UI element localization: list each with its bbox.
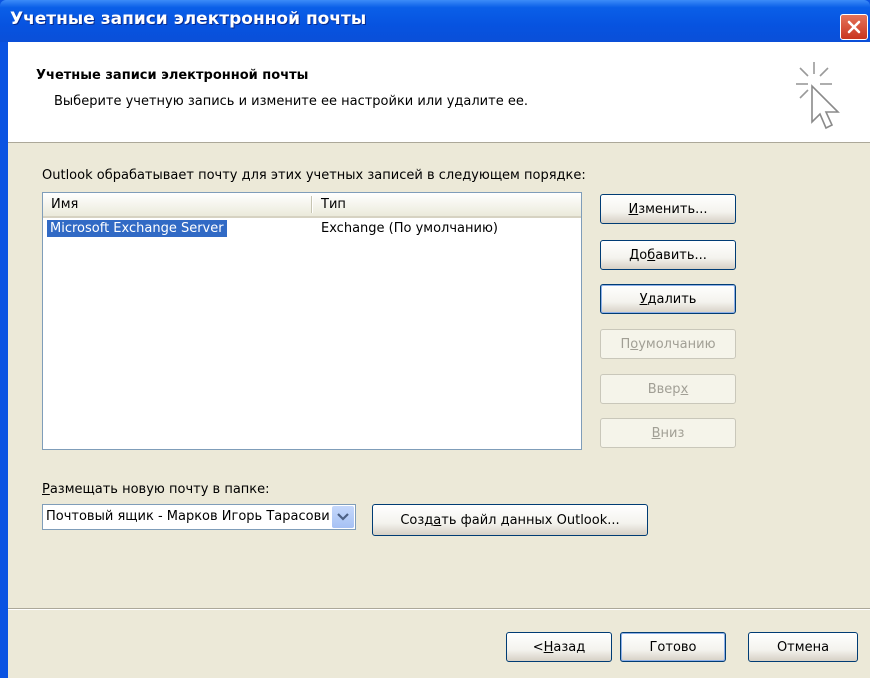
header-title: Учетные записи электронной почты	[36, 68, 309, 83]
remove-label-key: У	[639, 291, 648, 307]
set-default-button[interactable]: По умолчанию	[600, 329, 736, 359]
finish-button[interactable]: Готово	[620, 632, 726, 662]
delivery-label-key: Р	[42, 482, 50, 497]
list-header: Имя Тип	[43, 193, 581, 218]
close-button[interactable]	[840, 14, 868, 40]
column-header-name[interactable]: Имя	[51, 197, 78, 212]
dialog-client: Учетные записи электронной почты Выберит…	[8, 42, 870, 678]
new-file-label-key: а	[433, 512, 442, 528]
delivery-folder-value: Почтовый ящик - Марков Игорь Тарасович	[46, 509, 330, 524]
account-row[interactable]: Microsoft Exchange Server Exchange (По у…	[43, 220, 581, 240]
title-bar[interactable]: Учетные записи электронной почты	[0, 0, 870, 42]
accounts-list[interactable]: Имя Тип Microsoft Exchange Server Exchan…	[42, 192, 582, 450]
cursor-sparkle-icon	[796, 62, 840, 130]
new-data-file-button[interactable]: Созд а ть файл данных Outlook...	[372, 504, 648, 536]
add-label-pre: До	[629, 247, 648, 263]
footer-divider	[8, 608, 870, 610]
change-label-key: И	[628, 201, 639, 217]
back-label-pre: <	[532, 639, 544, 655]
delivery-label: Размещать новую почту в папке:	[42, 482, 270, 497]
delivery-folder-select[interactable]: Почтовый ящик - Марков Игорь Тарасович	[42, 504, 356, 530]
window-title: Учетные записи электронной почты	[10, 9, 367, 29]
new-file-label-pre: Созд	[400, 512, 434, 528]
new-file-label-post: ть файл данных Outlook...	[441, 512, 620, 528]
default-label-pre: П	[620, 336, 631, 352]
default-label-key: о	[630, 336, 639, 352]
up-label-pre: Ввер	[647, 381, 681, 397]
back-label-key: Н	[543, 639, 554, 655]
column-header-type[interactable]: Тип	[321, 197, 346, 212]
header-subtitle: Выберите учетную запись и измените ее на…	[54, 94, 528, 109]
default-label-post: умолчанию	[638, 336, 716, 352]
add-label-key: б	[647, 247, 656, 263]
wizard-header: Учетные записи электронной почты Выберит…	[8, 42, 870, 143]
back-button[interactable]: < Назад	[506, 632, 612, 662]
down-label-post: низ	[660, 425, 685, 441]
add-label-post: авить...	[655, 247, 707, 263]
change-button[interactable]: Изменить...	[600, 194, 736, 224]
account-type: Exchange (По умолчанию)	[321, 221, 498, 236]
change-label-post: зменить...	[638, 201, 708, 217]
move-up-button[interactable]: Ввер х	[600, 374, 736, 404]
delivery-label-rest: азмещать новую почту в папке:	[49, 482, 270, 497]
dropdown-button[interactable]	[332, 506, 354, 528]
accounts-intro: Outlook обрабатывает почту для этих учет…	[42, 168, 586, 183]
chevron-down-icon	[337, 513, 349, 521]
close-icon	[847, 20, 861, 34]
column-separator[interactable]	[311, 196, 313, 213]
account-name[interactable]: Microsoft Exchange Server	[47, 220, 227, 237]
cancel-button[interactable]: Отмена	[748, 632, 858, 662]
dialog-window: Учетные записи электронной почты Учетные…	[0, 0, 870, 678]
back-label-post: азад	[553, 639, 586, 655]
move-down-button[interactable]: Вниз	[600, 418, 736, 448]
remove-button[interactable]: Удалить	[600, 284, 736, 314]
remove-label-post: далить	[647, 291, 697, 307]
down-label-key: В	[651, 425, 661, 441]
up-label-key: х	[680, 381, 689, 397]
add-button[interactable]: До б авить...	[600, 240, 736, 270]
